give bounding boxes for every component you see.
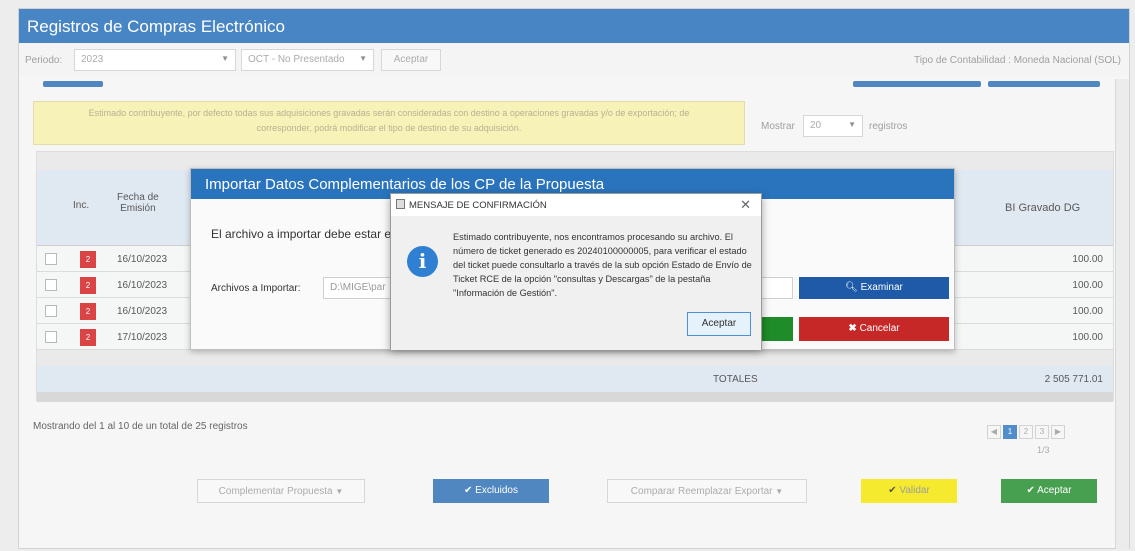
import-instructions: El archivo a importar debe estar e bbox=[211, 227, 392, 241]
import-accept-button[interactable] bbox=[761, 317, 793, 341]
close-icon[interactable]: ✕ bbox=[740, 197, 751, 213]
confirmation-dialog: MENSAJE DE CONFIRMACIÓN ✕ i Estimado con… bbox=[390, 193, 762, 350]
close-icon: ✖ bbox=[848, 323, 857, 334]
confirm-ok-button[interactable]: Aceptar bbox=[687, 312, 751, 336]
confirmation-title: MENSAJE DE CONFIRMACIÓN bbox=[391, 194, 761, 216]
examinar-button[interactable]: 🔍︎ Examinar bbox=[799, 277, 949, 299]
file-path-input-right[interactable] bbox=[761, 277, 793, 299]
confirmation-body: i Estimado contribuyente, nos encontramo… bbox=[391, 216, 761, 350]
info-icon: i bbox=[407, 246, 438, 277]
search-icon: 🔍︎ bbox=[845, 282, 858, 293]
cancelar-button[interactable]: ✖ Cancelar bbox=[799, 317, 949, 341]
app-icon bbox=[396, 199, 405, 209]
confirmation-message: Estimado contribuyente, nos encontramos … bbox=[453, 232, 752, 298]
archivos-label: Archivos a Importar: bbox=[211, 283, 301, 294]
